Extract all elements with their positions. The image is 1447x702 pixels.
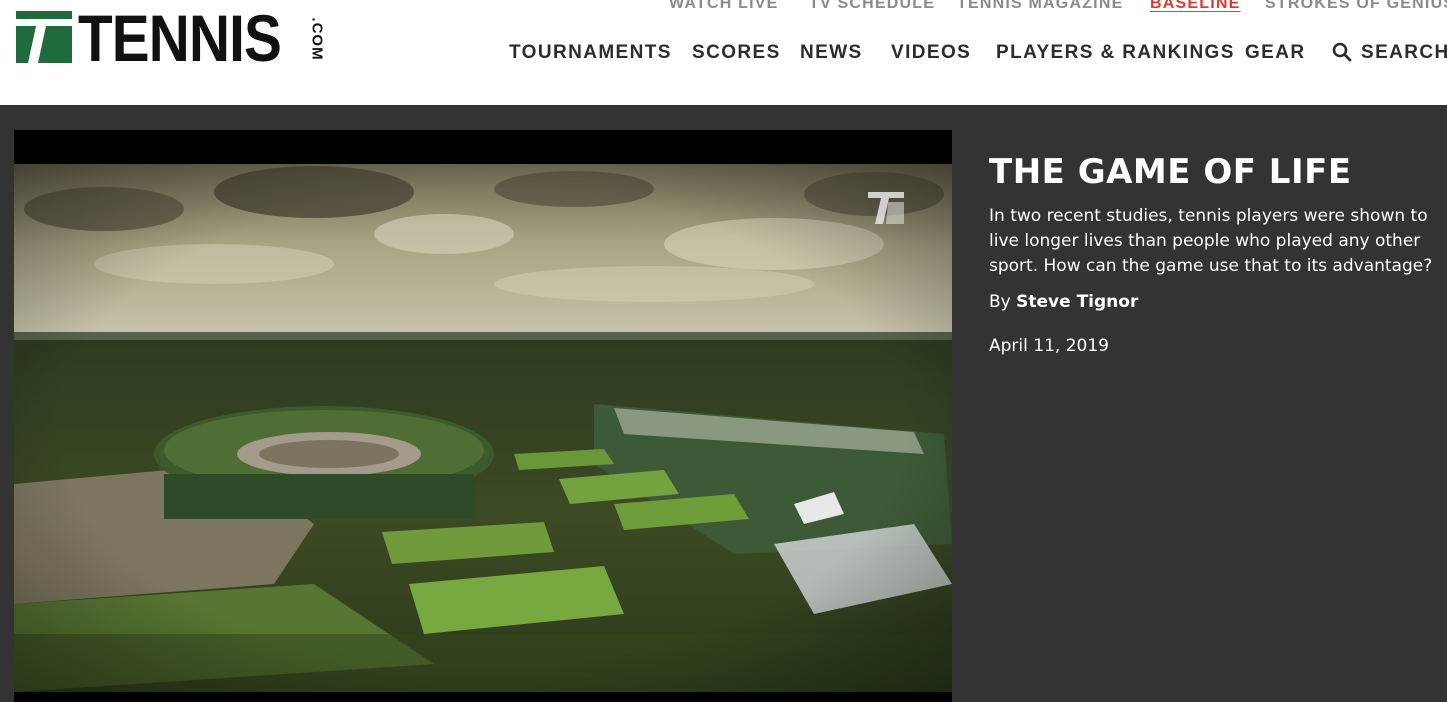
tennis-logo-icon [16, 11, 72, 63]
site-header: TENNIS .COM WATCH LIVE TV SCHEDULE TENNI… [0, 0, 1447, 105]
nav-scores[interactable]: SCORES [692, 41, 781, 65]
utility-nav-watch-live[interactable]: WATCH LIVE [669, 0, 778, 14]
video-frame [14, 164, 952, 692]
byline: By Steve Tignor [989, 290, 1447, 314]
logo-wordmark: TENNIS [78, 1, 282, 75]
utility-nav-baseline[interactable]: BASELINE [1150, 0, 1241, 14]
publish-date: April 11, 2019 [989, 336, 1109, 356]
site-logo[interactable]: TENNIS .COM [16, 3, 328, 73]
utility-nav-tv-schedule[interactable]: TV SCHEDULE [809, 0, 935, 14]
stadium-aerial-image [14, 164, 952, 692]
video-player[interactable] [14, 130, 952, 702]
nav-news[interactable]: NEWS [800, 41, 863, 65]
utility-nav-strokes-of-genius[interactable]: STROKES OF GENIUS [1265, 0, 1447, 14]
nav-videos[interactable]: VIDEOS [891, 41, 971, 65]
utility-nav-tennis-magazine[interactable]: TENNIS MAGAZINE [957, 0, 1123, 14]
tennis-logo-icon [868, 192, 904, 224]
nav-gear[interactable]: GEAR [1245, 41, 1306, 65]
search-icon[interactable] [1332, 42, 1352, 62]
byline-prefix: By [989, 292, 1011, 312]
nav-players-rankings[interactable]: PLAYERS & RANKINGS [996, 41, 1235, 65]
author-link[interactable]: Steve Tignor [1016, 292, 1138, 312]
logo-suffix-text: .COM [308, 17, 326, 61]
article-summary: In two recent studies, tennis players we… [989, 206, 1433, 276]
article-title: THE GAME OF LIFE [989, 152, 1352, 192]
article-info: THE GAME OF LIFE In two recent studies, … [989, 150, 1447, 358]
nav-search[interactable]: SEARCH [1361, 41, 1447, 65]
nav-tournaments[interactable]: TOURNAMENTS [509, 41, 672, 65]
logo-suffix: .COM [306, 12, 328, 66]
